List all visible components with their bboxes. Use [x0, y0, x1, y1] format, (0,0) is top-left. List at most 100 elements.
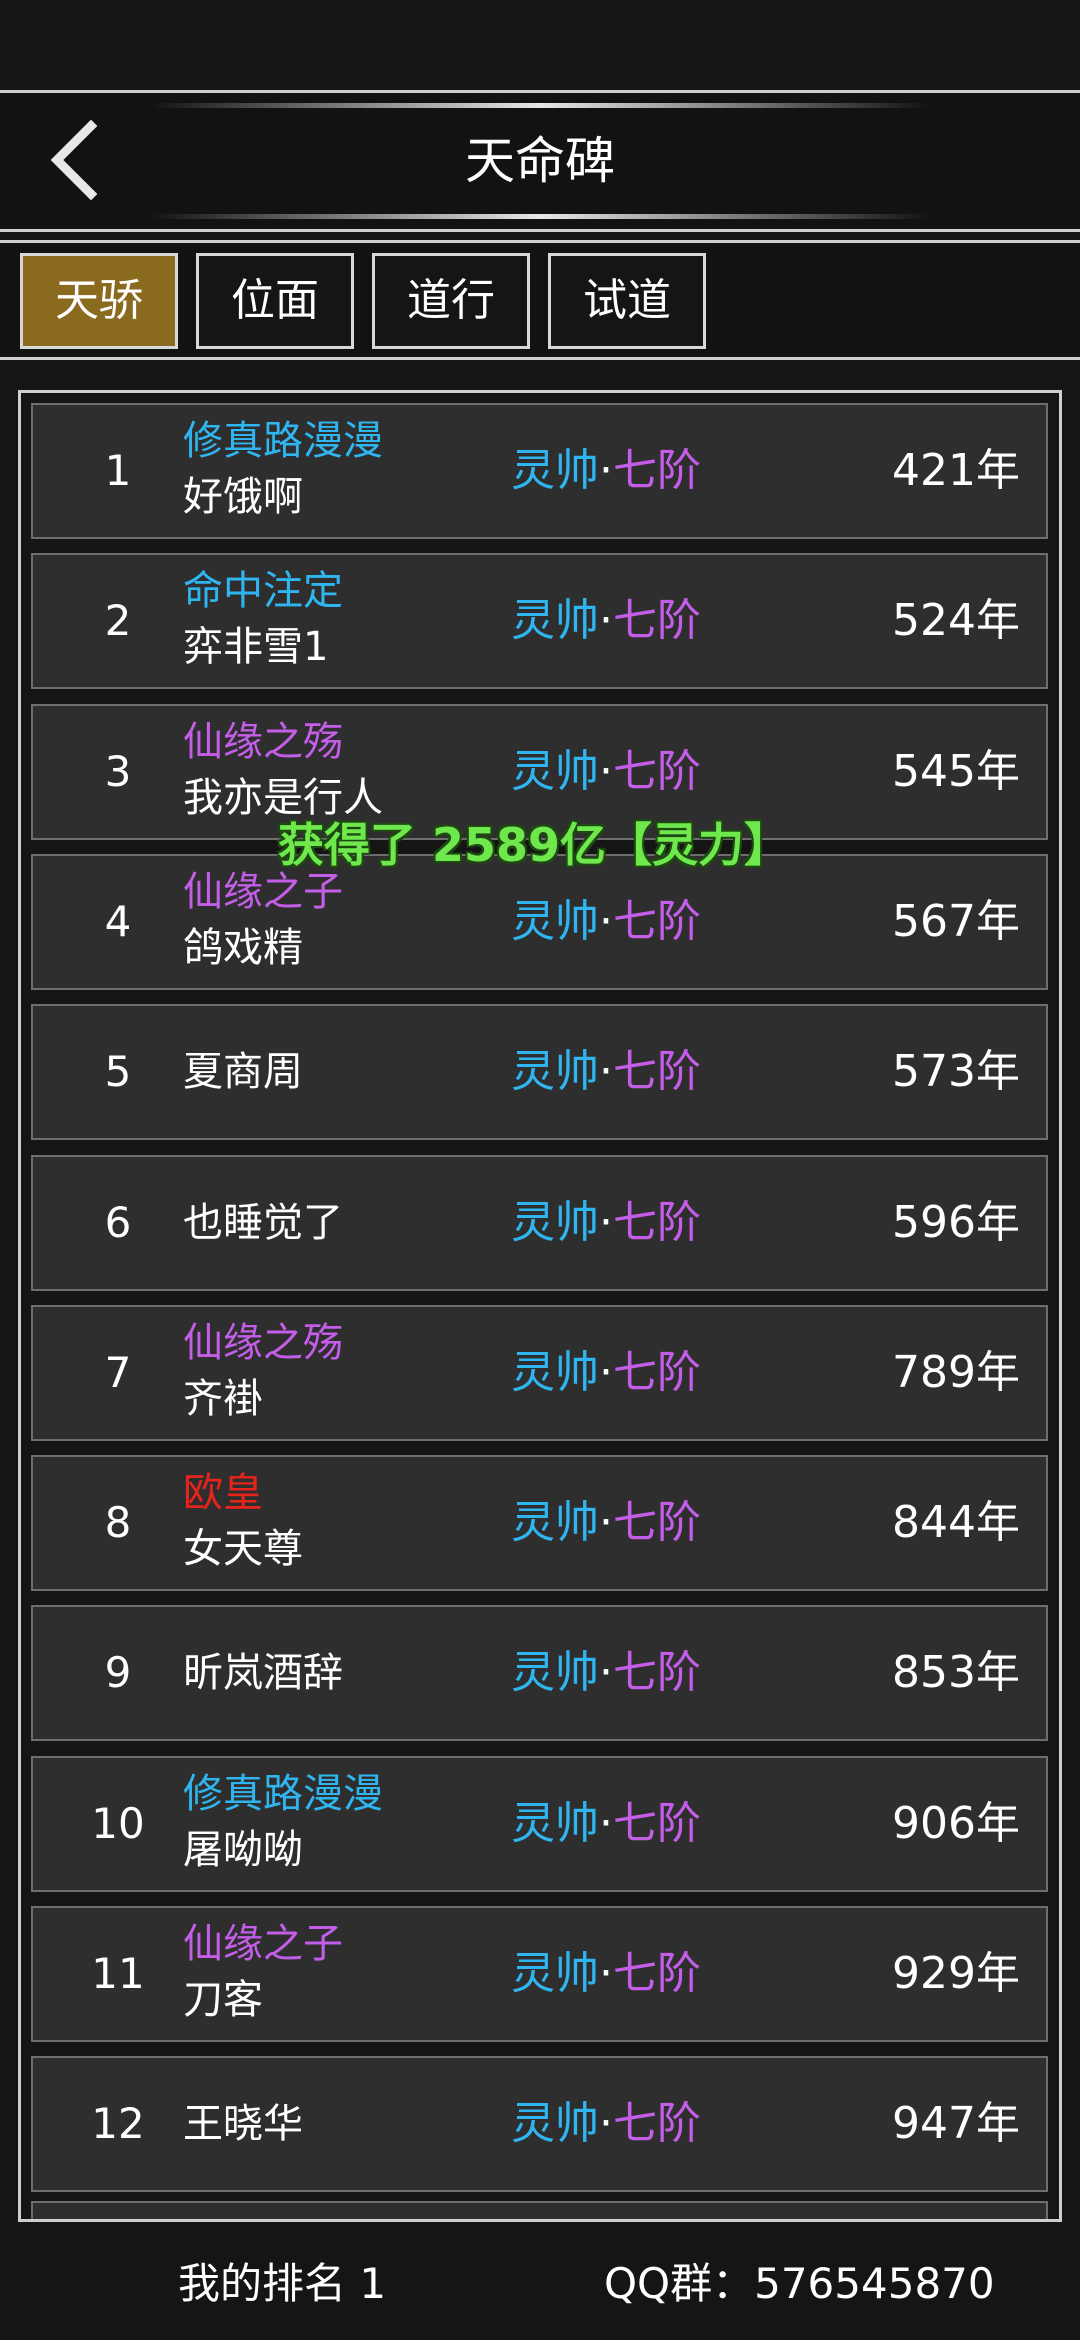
player-name: 齐褂 — [183, 1376, 263, 1422]
name-block: 修真路漫漫 好饿啊 — [183, 405, 503, 537]
footer: 我的排名 1 QQ群：576545870 — [0, 2230, 1080, 2340]
rank-number: 2 — [104, 596, 132, 645]
realm-separator: · — [599, 1798, 613, 1849]
realm-stage: 七阶 — [613, 1798, 701, 1849]
rank-number: 11 — [91, 1949, 145, 1998]
realm-level: 灵帅·七阶 — [511, 443, 701, 499]
header: 天命碑 — [0, 90, 1080, 232]
realm-name: 灵帅 — [511, 1647, 599, 1698]
realm-name: 灵帅 — [511, 595, 599, 646]
years-value: 596年 — [892, 1197, 1020, 1248]
name-block: 欧皇 女天尊 — [183, 1457, 503, 1589]
years-value: 421年 — [892, 445, 1020, 496]
player-name: 好饿啊 — [183, 474, 303, 520]
ranking-row[interactable]: 1 修真路漫漫 好饿啊 灵帅·七阶 421年 — [31, 403, 1048, 539]
ranking-row[interactable]: 11 仙缘之子 刀客 灵帅·七阶 929年 — [31, 1906, 1048, 2042]
realm-separator: · — [599, 1347, 613, 1398]
name-block: 昕岚酒辞 — [183, 1607, 503, 1739]
tab-daoxing[interactable]: 道行 — [372, 253, 530, 349]
realm-separator: · — [599, 896, 613, 947]
name-block: 夏商周 — [183, 1006, 503, 1138]
realm-name: 灵帅 — [511, 1197, 599, 1248]
realm-level: 灵帅·七阶 — [511, 1796, 701, 1852]
realm-stage: 七阶 — [613, 2098, 701, 2149]
my-rank-label: 我的排名 1 — [178, 2259, 387, 2308]
ranking-row[interactable]: 6 也睡觉了 灵帅·七阶 596年 — [31, 1155, 1048, 1291]
years-value: 567年 — [892, 896, 1020, 947]
realm-level: 灵帅·七阶 — [511, 744, 701, 800]
years-value: 573年 — [892, 1046, 1020, 1097]
realm-name: 灵帅 — [511, 1347, 599, 1398]
realm-name: 灵帅 — [511, 445, 599, 496]
player-name: 也睡觉了 — [183, 1200, 343, 1246]
guild-name: 命中注定 — [183, 568, 343, 614]
ranking-row[interactable]: 7 仙缘之殇 齐褂 灵帅·七阶 789年 — [31, 1305, 1048, 1441]
header-decoration-top — [150, 103, 930, 108]
qq-group-label: QQ群：576545870 — [604, 2259, 995, 2308]
tab-tianjiao[interactable]: 天骄 — [20, 253, 178, 349]
player-name: 女天尊 — [183, 1526, 303, 1572]
realm-stage: 七阶 — [613, 896, 701, 947]
player-name: 刀客 — [183, 1977, 263, 2023]
years-value: 853年 — [892, 1647, 1020, 1698]
realm-stage: 七阶 — [613, 746, 701, 797]
name-block: 王晓华 — [183, 2058, 503, 2190]
realm-separator: · — [599, 1197, 613, 1248]
ranking-row[interactable]: 12 王晓华 灵帅·七阶 947年 — [31, 2056, 1048, 2192]
realm-stage: 七阶 — [613, 1647, 701, 1698]
realm-level: 灵帅·七阶 — [511, 1495, 701, 1551]
realm-name: 灵帅 — [511, 1948, 599, 1999]
tab-shidao[interactable]: 试道 — [548, 253, 706, 349]
realm-stage: 七阶 — [613, 1497, 701, 1548]
rank-number: 6 — [104, 1198, 132, 1247]
realm-stage: 七阶 — [613, 1948, 701, 1999]
realm-name: 灵帅 — [511, 2098, 599, 2149]
realm-stage: 七阶 — [613, 445, 701, 496]
rank-number: 3 — [104, 747, 132, 796]
rank-number: 9 — [104, 1648, 132, 1697]
name-block: 仙缘之殇 齐褂 — [183, 1307, 503, 1439]
ranking-row-partial[interactable] — [31, 2201, 1048, 2219]
rank-number: 10 — [91, 1799, 145, 1848]
realm-level: 灵帅·七阶 — [511, 593, 701, 649]
realm-separator: · — [599, 746, 613, 797]
rank-number: 5 — [104, 1047, 132, 1096]
realm-name: 灵帅 — [511, 896, 599, 947]
realm-separator: · — [599, 1948, 613, 1999]
name-block: 仙缘之子 刀客 — [183, 1908, 503, 2040]
rank-number: 7 — [104, 1348, 132, 1397]
rank-number: 4 — [104, 897, 132, 946]
years-value: 929年 — [892, 1948, 1020, 1999]
guild-name: 修真路漫漫 — [183, 418, 383, 464]
realm-level: 灵帅·七阶 — [511, 1345, 701, 1401]
realm-level: 灵帅·七阶 — [511, 1645, 701, 1701]
realm-level: 灵帅·七阶 — [511, 1946, 701, 2002]
ranking-list[interactable]: 1 修真路漫漫 好饿啊 灵帅·七阶 421年 2 命中注定 弈非雪1 灵帅·七阶 524年 3 仙缘之… — [18, 390, 1062, 2222]
page-title: 天命碑 — [465, 132, 615, 190]
years-value: 545年 — [892, 746, 1020, 797]
realm-level: 灵帅·七阶 — [511, 1044, 701, 1100]
player-name: 弈非雪1 — [183, 624, 329, 670]
ranking-row[interactable]: 2 命中注定 弈非雪1 灵帅·七阶 524年 — [31, 553, 1048, 689]
guild-name: 修真路漫漫 — [183, 1771, 383, 1817]
realm-level: 灵帅·七阶 — [511, 894, 701, 950]
ranking-row[interactable]: 9 昕岚酒辞 灵帅·七阶 853年 — [31, 1605, 1048, 1741]
player-name: 屠呦呦 — [183, 1827, 303, 1873]
guild-name: 欧皇 — [183, 1470, 263, 1516]
rank-number: 12 — [91, 2099, 145, 2148]
ranking-row[interactable]: 8 欧皇 女天尊 灵帅·七阶 844年 — [31, 1455, 1048, 1591]
player-name: 昕岚酒辞 — [183, 1650, 343, 1696]
years-value: 789年 — [892, 1347, 1020, 1398]
realm-name: 灵帅 — [511, 746, 599, 797]
tab-weimian[interactable]: 位面 — [196, 253, 354, 349]
rank-number: 1 — [104, 446, 132, 495]
realm-stage: 七阶 — [613, 595, 701, 646]
rank-number: 8 — [104, 1498, 132, 1547]
ranking-row[interactable]: 10 修真路漫漫 屠呦呦 灵帅·七阶 906年 — [31, 1756, 1048, 1892]
realm-separator: · — [599, 595, 613, 646]
status-bar — [0, 0, 1080, 90]
ranking-row[interactable]: 5 夏商周 灵帅·七阶 573年 — [31, 1004, 1048, 1140]
guild-name: 仙缘之殇 — [183, 719, 343, 765]
tab-bar: 天骄 位面 道行 试道 — [0, 240, 1080, 360]
realm-name: 灵帅 — [511, 1798, 599, 1849]
